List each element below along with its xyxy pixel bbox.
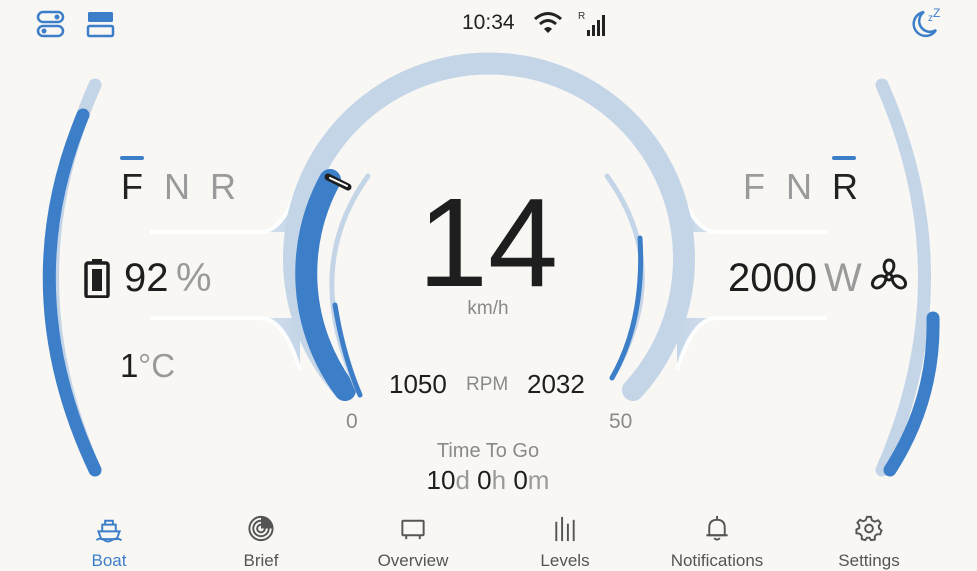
bell-icon xyxy=(706,515,728,541)
rpm-left-value: 1050 xyxy=(389,369,447,399)
speed-value: 14 xyxy=(417,172,559,313)
nav-item-brief[interactable]: Brief xyxy=(185,508,337,571)
left-gear-indicator xyxy=(120,156,144,160)
battery-value: 92 xyxy=(124,256,169,300)
temperature-value: 1 xyxy=(120,347,139,384)
nav-label-overview: Overview xyxy=(377,551,449,570)
fan-icon xyxy=(868,256,910,301)
signal-icon xyxy=(583,14,607,41)
right-gear-neutral[interactable]: N xyxy=(786,166,812,208)
split-view-icon[interactable] xyxy=(36,9,66,44)
power-unit: W xyxy=(824,256,862,300)
battery-unit: % xyxy=(176,256,212,300)
nav-item-boat[interactable]: Boat xyxy=(33,508,185,571)
nav-item-notifications[interactable]: Notifications xyxy=(641,508,793,571)
nav-label-levels: Levels xyxy=(540,551,590,570)
svg-text:Z: Z xyxy=(933,8,940,20)
boat-icon xyxy=(95,519,122,543)
overview-icon xyxy=(401,519,425,540)
ttg-hours-unit: h xyxy=(491,465,507,495)
right-gear-reverse[interactable]: R xyxy=(832,166,858,208)
time-to-go-value: 10d 0h 0m xyxy=(388,465,588,496)
time-to-go-label: Time To Go xyxy=(436,440,540,462)
nav-label-notifications: Notifications xyxy=(670,551,764,570)
speed-unit: km/h xyxy=(467,298,509,319)
nav-label-boat: Boat xyxy=(91,551,127,570)
levels-icon xyxy=(555,516,575,542)
temperature-unit: °C xyxy=(138,347,176,384)
nav-label-brief: Brief xyxy=(243,551,279,570)
ttg-minutes-unit: m xyxy=(527,465,550,495)
power-value: 2000 xyxy=(728,256,817,300)
scale-max-label: 50 xyxy=(609,410,633,433)
nav-item-levels[interactable]: Levels xyxy=(489,508,641,571)
right-gear-forward[interactable]: F xyxy=(743,166,765,208)
scale-min-label: 0 xyxy=(346,410,358,433)
gear-icon xyxy=(855,515,883,542)
brief-icon xyxy=(248,515,274,542)
right-gear-indicator xyxy=(832,156,856,160)
layout-icon[interactable] xyxy=(86,9,116,44)
nav-label-settings: Settings xyxy=(838,551,900,570)
status-time: 10:34 xyxy=(462,11,515,34)
battery-icon xyxy=(84,258,110,303)
wifi-icon xyxy=(533,11,563,40)
bottom-nav: Boat Brief Overview Levels Notifications… xyxy=(0,508,977,571)
left-gear-neutral[interactable]: N xyxy=(164,166,190,208)
ttg-days: 10 xyxy=(426,465,456,495)
ttg-minutes: 0 xyxy=(513,465,528,495)
left-gear-forward[interactable]: F xyxy=(121,166,143,208)
sleep-mode-icon[interactable]: z Z xyxy=(910,6,942,43)
ttg-hours: 0 xyxy=(477,465,492,495)
rpm-label: RPM xyxy=(466,374,509,395)
ttg-days-unit: d xyxy=(455,465,470,495)
nav-item-settings[interactable]: Settings xyxy=(793,508,945,571)
nav-item-overview[interactable]: Overview xyxy=(337,508,489,571)
rpm-right-value: 2032 xyxy=(527,369,585,399)
left-gear-reverse[interactable]: R xyxy=(210,166,236,208)
